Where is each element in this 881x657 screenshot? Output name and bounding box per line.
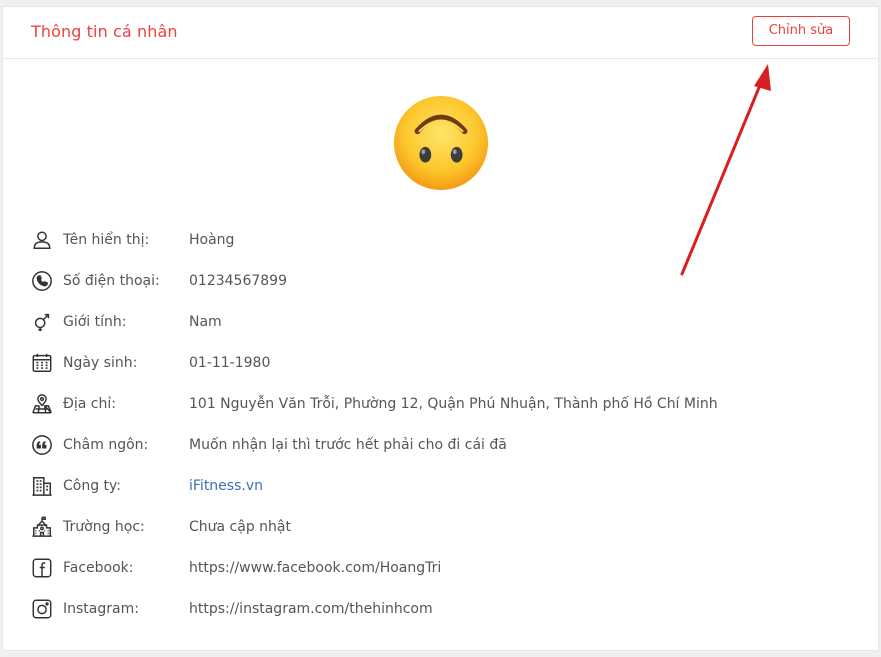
info-label: Facebook:	[63, 559, 134, 576]
card-header: Thông tin cá nhân Chỉnh sửa	[3, 7, 878, 59]
quote-icon	[31, 434, 53, 456]
profile-info-list: Tên hiển thị: Hoàng Số điện thoại: 01234…	[31, 219, 851, 629]
building-icon	[31, 475, 53, 497]
info-row-address: Địa chỉ: 101 Nguyễn Văn Trỗi, Phường 12,…	[31, 383, 851, 424]
info-label: Instagram:	[63, 600, 139, 617]
edit-button[interactable]: Chỉnh sửa	[752, 16, 850, 46]
avatar	[393, 95, 489, 191]
info-label: Tên hiển thị:	[63, 231, 150, 248]
info-label: Địa chỉ:	[63, 395, 116, 412]
info-value: Nam	[189, 313, 222, 330]
info-label: Trường học:	[63, 518, 145, 535]
info-value: Chưa cập nhật	[189, 518, 291, 535]
info-row-instagram: Instagram: https://instagram.com/thehinh…	[31, 588, 851, 629]
school-icon	[31, 516, 53, 538]
facebook-icon	[31, 557, 53, 579]
info-row-motto: Châm ngôn: Muốn nhận lại thì trước hết p…	[31, 424, 851, 465]
instagram-link[interactable]: https://instagram.com/thehinhcom	[189, 601, 433, 617]
phone-icon	[31, 270, 53, 292]
profile-card: Thông tin cá nhân Chỉnh sửa Tên hiển thị…	[2, 6, 879, 651]
info-row-gender: Giới tính: Nam	[31, 301, 851, 342]
info-label: Ngày sinh:	[63, 354, 138, 371]
user-icon	[31, 229, 53, 251]
info-row-display-name: Tên hiển thị: Hoàng	[31, 219, 851, 260]
info-value: Hoàng	[189, 231, 235, 248]
info-value: 01234567899	[189, 272, 287, 289]
info-label: Giới tính:	[63, 313, 127, 330]
info-value: Muốn nhận lại thì trước hết phải cho đi …	[189, 436, 507, 453]
info-row-facebook: Facebook: https://www.facebook.com/Hoang…	[31, 547, 851, 588]
info-label: Công ty:	[63, 477, 122, 494]
info-row-company: Công ty: iFitness.vn	[31, 465, 851, 506]
facebook-link[interactable]: https://www.facebook.com/HoangTri	[189, 560, 441, 576]
gender-icon	[31, 311, 53, 333]
company-link[interactable]: iFitness.vn	[189, 478, 263, 494]
info-label: Châm ngôn:	[63, 436, 149, 453]
map-pin-icon	[31, 393, 53, 415]
page-title: Thông tin cá nhân	[31, 22, 178, 41]
info-row-birthday: Ngày sinh: 01-11-1980	[31, 342, 851, 383]
calendar-icon	[31, 352, 53, 374]
instagram-icon	[31, 598, 53, 620]
info-row-phone: Số điện thoại: 01234567899	[31, 260, 851, 301]
info-value: 101 Nguyễn Văn Trỗi, Phường 12, Quận Phú…	[189, 395, 718, 412]
info-row-school: Trường học: Chưa cập nhật	[31, 506, 851, 547]
info-label: Số điện thoại:	[63, 272, 160, 289]
info-value: 01-11-1980	[189, 354, 271, 371]
